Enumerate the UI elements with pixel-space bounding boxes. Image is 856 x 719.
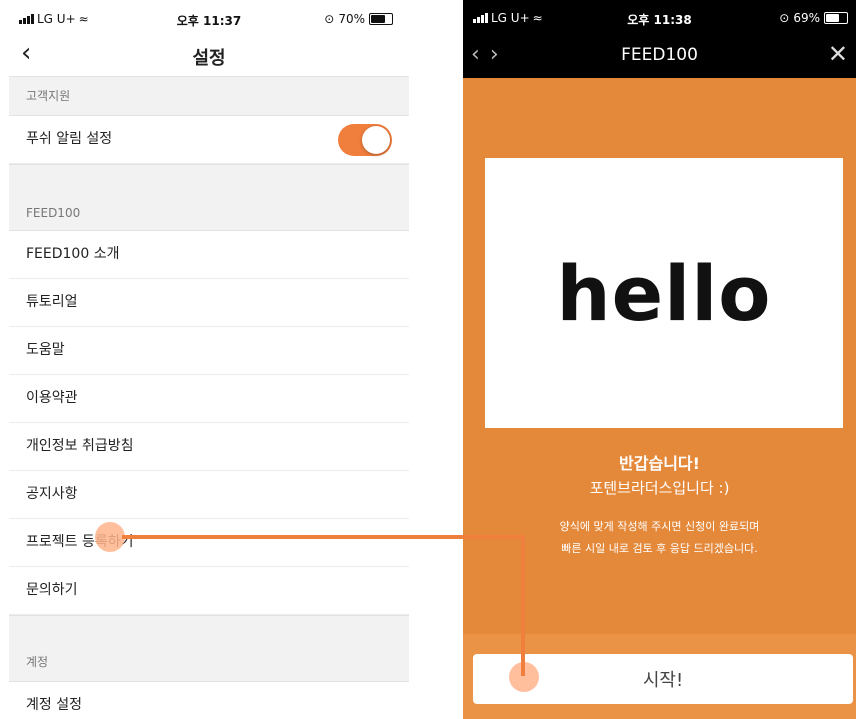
section-label: 계정 [26, 655, 49, 669]
greeting-subtitle: 포텐브라더스입니다 :) [589, 479, 730, 497]
section-header-feed100: FEED100 [9, 164, 409, 231]
push-toggle[interactable] [338, 124, 392, 156]
greeting-title: 반갑습니다! [619, 454, 700, 473]
section-header-account: 계정 [9, 615, 409, 682]
settings-item-register-project[interactable]: 프로젝트 등록하기 [9, 519, 409, 567]
settings-item-tutorial[interactable]: 튜토리얼 [9, 279, 409, 327]
settings-item-contact[interactable]: 문의하기 [9, 567, 409, 615]
battery-percent: 70% [338, 12, 365, 26]
settings-item-help[interactable]: 도움말 [9, 327, 409, 375]
hello-text: hello [556, 248, 772, 338]
browser-toolbar: ‹› FEED100 ✕ [463, 34, 856, 78]
tap-indicator [95, 522, 125, 552]
settings-item-label: 이용약관 [26, 390, 78, 406]
settings-item-terms[interactable]: 이용약관 [9, 375, 409, 423]
battery: ⊙ 70% [324, 12, 393, 26]
settings-item-label: 도움말 [26, 342, 65, 358]
settings-item-label: 문의하기 [26, 582, 78, 598]
battery-icon [369, 13, 393, 25]
settings-item-label: 푸쉬 알림 설정 [26, 131, 113, 147]
settings-item-label: 계정 설정 [26, 697, 82, 713]
section-label: FEED100 [26, 206, 81, 220]
settings-item-push[interactable]: 푸쉬 알림 설정 [9, 116, 409, 164]
toggle-knob [362, 126, 390, 154]
page-title: 설정 [192, 48, 226, 69]
settings-item-label: 공지사항 [26, 486, 78, 502]
settings-item-account[interactable]: 계정 설정 [9, 682, 409, 719]
close-icon[interactable]: ✕ [828, 40, 848, 68]
rotation-lock-icon: ⊙ [779, 11, 790, 25]
settings-item-label: 개인정보 취급방침 [26, 438, 134, 454]
settings-list: 고객지원 푸쉬 알림 설정 FEED100 FEED100 소개 튜토리얼 도움… [9, 76, 409, 719]
settings-item-privacy[interactable]: 개인정보 취급방침 [9, 423, 409, 471]
battery-icon [824, 12, 848, 24]
rotation-lock-icon: ⊙ [324, 12, 335, 26]
battery: ⊙ 69% [779, 11, 848, 25]
connector-line-horizontal [122, 535, 525, 539]
settings-item-notice[interactable]: 공지사항 [9, 471, 409, 519]
nav-bar: ‹ 설정 [9, 32, 409, 76]
page-title: FEED100 [621, 45, 698, 65]
settings-item-intro[interactable]: FEED100 소개 [9, 231, 409, 279]
battery-percent: 69% [793, 11, 820, 25]
hello-banner: hello [485, 158, 843, 428]
connector-line-vertical [521, 535, 525, 676]
status-bar: LG U+ ≈ 오후 11:38 ⊙ 69% [463, 0, 856, 34]
settings-item-label: FEED100 소개 [26, 246, 120, 262]
section-header-support: 고객지원 [9, 76, 409, 116]
settings-screen: LG U+ ≈ 오후 11:37 ⊙ 70% ‹ 설정 고객지원 푸쉬 알림 설… [9, 0, 409, 719]
settings-item-label: 튜토리얼 [26, 294, 78, 310]
